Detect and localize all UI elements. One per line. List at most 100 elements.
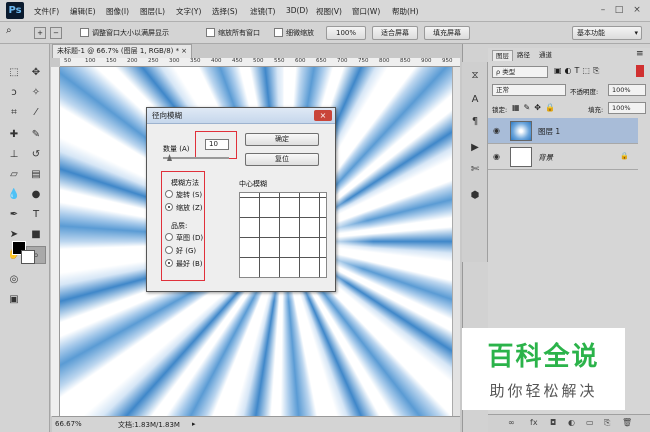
pen-tool-icon[interactable]: ✒ <box>4 206 24 224</box>
reset-button[interactable]: 复位 <box>245 153 319 166</box>
3d-icon[interactable]: ⬢ <box>467 188 483 204</box>
workspace-label: 基本功能 <box>577 29 605 37</box>
menu-file[interactable]: 文件(F) <box>34 6 59 17</box>
amount-slider-track[interactable] <box>163 157 229 159</box>
draft-radio[interactable] <box>165 233 173 241</box>
marquee-tool-icon[interactable]: ⬚ <box>4 64 24 82</box>
best-radio[interactable] <box>165 259 173 267</box>
zoom-radio[interactable] <box>165 203 173 211</box>
screen-mode-icon[interactable]: ▣ <box>4 291 24 309</box>
layer-row[interactable]: ◉ 图层 1 <box>488 118 638 144</box>
resize-windows-checkbox[interactable] <box>80 28 89 37</box>
quick-mask-icon[interactable]: ◎ <box>4 271 24 289</box>
ok-button[interactable]: 确定 <box>245 133 319 146</box>
zoom-in-icon[interactable]: + <box>34 27 46 39</box>
move-tool-icon[interactable]: ✥ <box>26 64 46 82</box>
menu-filter[interactable]: 滤镜(T) <box>250 6 275 17</box>
history-brush-tool-icon[interactable]: ↺ <box>26 146 46 164</box>
good-radio[interactable] <box>165 246 173 254</box>
menu-3d[interactable]: 3D(D) <box>286 6 308 15</box>
spin-radio[interactable] <box>165 190 173 198</box>
menu-edit[interactable]: 编辑(E) <box>70 6 96 17</box>
blur-tool-icon[interactable]: 💧 <box>4 186 24 204</box>
lasso-tool-icon[interactable]: ↄ <box>4 84 24 102</box>
opacity-input[interactable]: 100% <box>608 84 646 96</box>
menu-bar: Ps 文件(F) 编辑(E) 图像(I) 图层(L) 文字(Y) 选择(S) 滤… <box>0 0 650 22</box>
layer-row[interactable]: ◉ 背景 🔒 <box>488 144 638 170</box>
brush-tool-icon[interactable]: ✎ <box>26 126 46 144</box>
document-size: 文档:1.83M/1.83M <box>118 421 180 429</box>
actions-icon[interactable]: ▶ <box>467 140 483 156</box>
blur-center-preview[interactable] <box>239 192 327 278</box>
draft-label: 草图 (D) <box>176 234 204 242</box>
vertical-scrollbar[interactable] <box>452 67 460 416</box>
fit-screen-button[interactable]: 适合屏幕 <box>372 26 418 40</box>
filter-toggle-icon[interactable] <box>636 65 644 77</box>
zoom-tool-icon[interactable]: ⌕ <box>6 25 12 36</box>
crop-tool-icon[interactable]: ⌗ <box>4 104 24 122</box>
close-window-button[interactable]: × <box>630 3 644 17</box>
document-tab[interactable]: 未标题-1 @ 66.7% (图层 1, RGB/8) * × <box>52 44 192 58</box>
menu-select[interactable]: 选择(S) <box>212 6 238 17</box>
trash-icon[interactable]: 🗑 <box>622 418 632 427</box>
eraser-tool-icon[interactable]: ▱ <box>4 166 24 184</box>
new-layer-icon[interactable]: ⎘ <box>604 418 610 428</box>
status-arrow-icon[interactable]: ▸ <box>192 420 196 428</box>
scrubby-zoom-checkbox[interactable] <box>274 28 283 37</box>
best-label: 最好 (B) <box>176 260 203 268</box>
gradient-tool-icon[interactable]: ▤ <box>26 166 46 184</box>
magic-wand-tool-icon[interactable]: ✧ <box>26 84 46 102</box>
type-tool-icon[interactable]: T <box>26 206 46 224</box>
menu-window[interactable]: 窗口(W) <box>352 6 380 17</box>
history-icon[interactable]: ⧖ <box>467 68 483 84</box>
layer-name[interactable]: 图层 1 <box>538 126 560 137</box>
status-bar: 66.67% 文档:1.83M/1.83M ▸ <box>52 416 460 432</box>
menu-view[interactable]: 视图(V) <box>316 6 342 17</box>
dialog-title-bar: 径向模糊 × <box>147 108 335 124</box>
blend-mode-select[interactable]: 正常 <box>492 84 566 96</box>
eye-icon[interactable]: ◉ <box>493 152 500 161</box>
panel-menu-icon[interactable]: ≡ <box>636 49 644 59</box>
eye-icon[interactable]: ◉ <box>493 126 500 135</box>
shape-tool-icon[interactable]: ■ <box>26 226 46 244</box>
zoom-100-button[interactable]: 100% <box>326 26 366 40</box>
add-mask-icon[interactable]: ◘ <box>550 418 556 427</box>
zoom-out-icon[interactable]: − <box>50 27 62 39</box>
minimize-button[interactable]: – <box>596 3 610 17</box>
character-icon[interactable]: A <box>467 92 483 108</box>
link-layers-icon[interactable]: ∞ <box>508 418 515 427</box>
layer-kind-filter[interactable]: ρ 类型 <box>492 66 548 78</box>
zoom-all-checkbox[interactable] <box>206 28 215 37</box>
healing-brush-tool-icon[interactable]: ✚ <box>4 126 24 144</box>
fill-input[interactable]: 100% <box>608 102 646 114</box>
fx-icon[interactable]: fx <box>530 418 538 427</box>
menu-help[interactable]: 帮助(H) <box>392 6 419 17</box>
menu-image[interactable]: 图像(I) <box>106 6 129 17</box>
tab-layers[interactable]: 图层 <box>492 50 513 61</box>
workspace-select[interactable]: 基本功能 ▾ <box>572 26 642 40</box>
dialog-close-button[interactable]: × <box>314 110 332 121</box>
tool-presets-icon[interactable]: ✄ <box>467 162 483 178</box>
filter-icons[interactable]: ▣◐T⬚⎘ <box>554 66 602 76</box>
watermark-subtitle: 助你轻松解决 <box>489 382 598 400</box>
paragraph-icon[interactable]: ¶ <box>467 114 483 130</box>
clone-stamp-tool-icon[interactable]: ⊥ <box>4 146 24 164</box>
tab-paths[interactable]: 路径 <box>514 50 533 61</box>
lock-icons[interactable]: ▦✎✥🔒 <box>512 103 559 112</box>
ruler-tick: 450 <box>232 58 243 64</box>
menu-layer[interactable]: 图层(L) <box>140 6 165 17</box>
adjustment-layer-icon[interactable]: ◐ <box>568 418 575 427</box>
group-icon[interactable]: ▭ <box>586 418 594 427</box>
zoom-level[interactable]: 66.67% <box>55 420 82 428</box>
eyedropper-tool-icon[interactable]: ⁄ <box>26 104 46 122</box>
fill-screen-button[interactable]: 填充屏幕 <box>424 26 470 40</box>
tab-channels[interactable]: 通道 <box>536 50 555 61</box>
amount-input[interactable]: 10 <box>205 139 229 150</box>
zoom-all-label: 缩放所有窗口 <box>218 29 260 37</box>
menu-type[interactable]: 文字(Y) <box>176 6 201 17</box>
background-color-swatch[interactable] <box>21 250 35 264</box>
maximize-button[interactable]: □ <box>612 3 626 17</box>
layer-name[interactable]: 背景 <box>538 152 553 163</box>
close-icon[interactable]: × <box>181 45 187 58</box>
dodge-tool-icon[interactable]: ● <box>26 186 46 204</box>
